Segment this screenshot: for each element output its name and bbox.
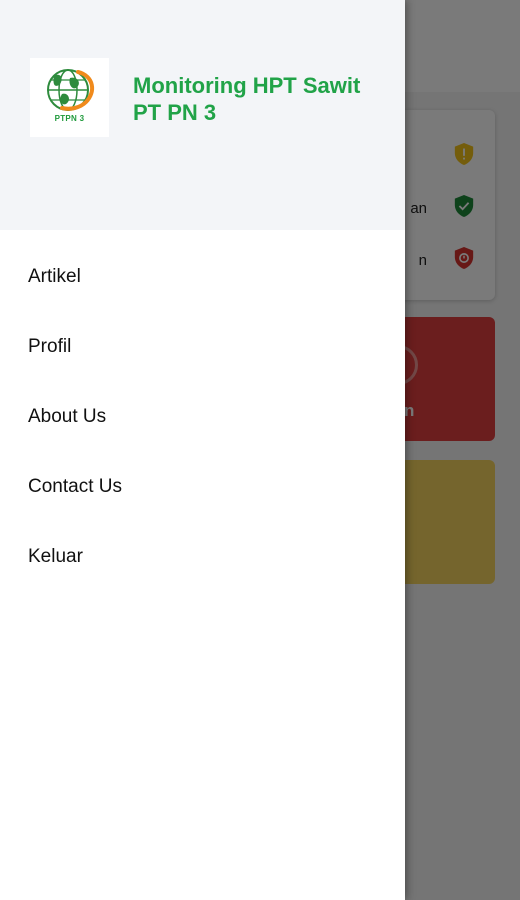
menu-item-keluar[interactable]: Keluar — [0, 522, 405, 592]
menu-item-contact-us[interactable]: Contact Us — [0, 452, 405, 522]
globe-logo-icon — [47, 69, 95, 111]
menu-item-about-us[interactable]: About Us — [0, 382, 405, 452]
drawer-header: PTPN 3 Monitoring HPT Sawit PT PN 3 — [0, 0, 405, 230]
logo-text: PTPN 3 — [54, 114, 85, 123]
navigation-drawer: PTPN 3 Monitoring HPT Sawit PT PN 3 Arti… — [0, 0, 405, 900]
menu-item-profil[interactable]: Profil — [0, 312, 405, 382]
menu-item-artikel[interactable]: Artikel — [0, 242, 405, 312]
ptpn3-logo: PTPN 3 — [30, 58, 109, 137]
app-title: Monitoring HPT Sawit PT PN 3 — [133, 73, 361, 125]
drawer-menu: Artikel Profil About Us Contact Us Kelua… — [0, 242, 405, 592]
